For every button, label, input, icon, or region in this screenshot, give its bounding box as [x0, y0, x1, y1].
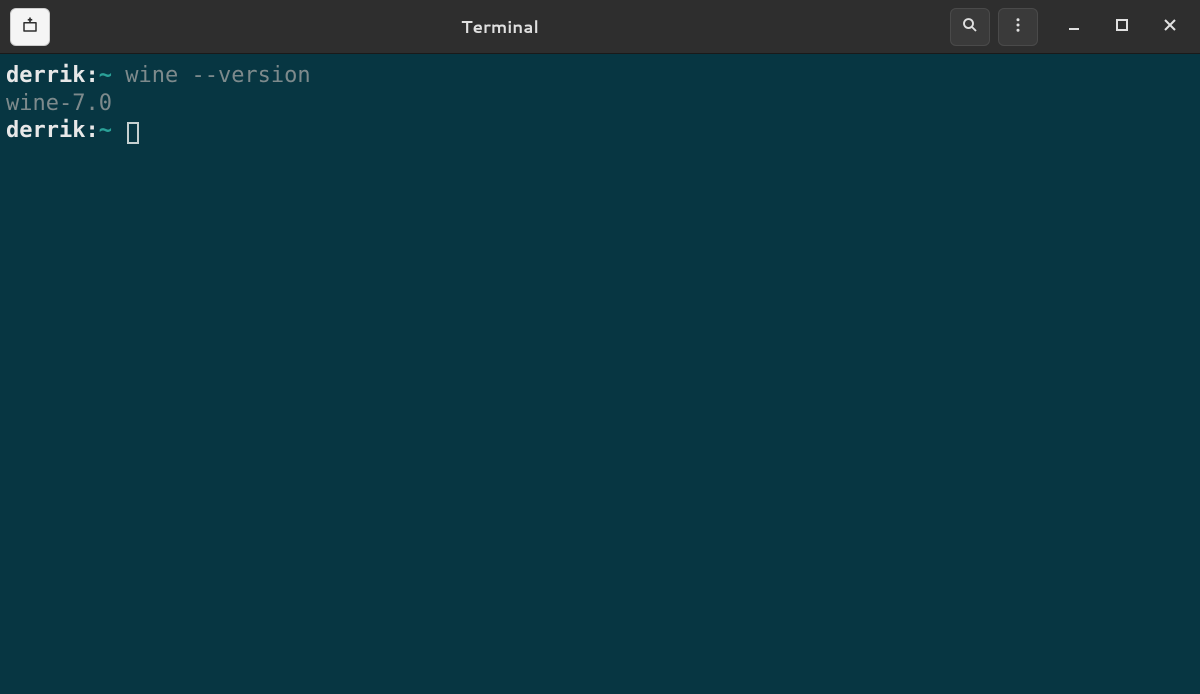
- minimize-icon: [1067, 17, 1081, 36]
- titlebar-right: [950, 8, 1190, 46]
- window-title: Terminal: [50, 15, 950, 39]
- terminal-line: derrik:~ wine --version: [6, 62, 1194, 90]
- cursor: [127, 122, 139, 144]
- search-icon: [961, 16, 979, 38]
- new-tab-icon: [21, 16, 39, 38]
- maximize-button[interactable]: [1112, 17, 1132, 37]
- kebab-menu-icon: [1009, 16, 1027, 38]
- window-controls: [1064, 17, 1180, 37]
- prompt-tilde: ~: [99, 118, 112, 143]
- prompt-user: derrik: [6, 118, 85, 143]
- command-text: wine --version: [112, 63, 311, 88]
- terminal-body[interactable]: derrik:~ wine --version wine-7.0 derrik:…: [0, 54, 1200, 694]
- search-button[interactable]: [950, 8, 990, 46]
- minimize-button[interactable]: [1064, 17, 1084, 37]
- titlebar-left: [10, 8, 50, 46]
- output-text: wine-7.0: [6, 91, 112, 116]
- close-icon: [1163, 17, 1177, 36]
- command-text: [112, 118, 125, 143]
- close-button[interactable]: [1160, 17, 1180, 37]
- prompt-tilde: ~: [99, 63, 112, 88]
- terminal-line: derrik:~: [6, 117, 1194, 145]
- maximize-icon: [1115, 17, 1129, 36]
- menu-button[interactable]: [998, 8, 1038, 46]
- window-titlebar: Terminal: [0, 0, 1200, 54]
- prompt-user: derrik: [6, 63, 85, 88]
- prompt-colon: :: [85, 118, 98, 143]
- new-tab-button[interactable]: [10, 8, 50, 46]
- terminal-line: wine-7.0: [6, 90, 1194, 118]
- prompt-colon: :: [85, 63, 98, 88]
